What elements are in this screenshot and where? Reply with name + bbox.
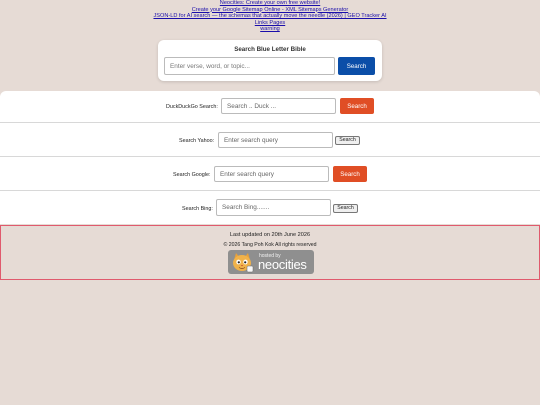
link-links-pages[interactable]: Links Pages: [0, 20, 540, 27]
yahoo-label: Search Yahoo:: [179, 138, 215, 144]
duckduckgo-search-button[interactable]: Search: [340, 98, 374, 114]
bing-label: Search Bing:: [182, 206, 213, 212]
duckduckgo-search-input[interactable]: [221, 98, 336, 114]
blb-search-input[interactable]: [164, 57, 335, 75]
bing-search-input[interactable]: [216, 199, 331, 216]
neocities-cat-icon: [233, 253, 254, 273]
hosted-by-neocities-badge[interactable]: hosted by neocities: [228, 250, 314, 274]
copyright: © 2026 Tang Poh Kok All rights reserved: [223, 242, 317, 248]
footer: Last updated on 20th June 2026 © 2026 Ta…: [0, 225, 540, 280]
link-warning[interactable]: warning: [0, 26, 540, 33]
link-sitemap-generator[interactable]: Create your Google Sitemap Online - XML …: [0, 7, 540, 14]
blb-search-button[interactable]: Search: [338, 57, 375, 75]
bing-search-button[interactable]: Search: [333, 204, 358, 213]
top-links: Neocities: Create your own free website!…: [0, 0, 540, 33]
link-json-ld-article[interactable]: JSON-LD for AI search — the schemas that…: [0, 13, 540, 20]
yahoo-search-input[interactable]: [218, 132, 333, 148]
yahoo-search-button[interactable]: Search: [335, 136, 360, 145]
google-search-input[interactable]: [214, 166, 329, 182]
google-label: Search Google:: [173, 172, 211, 178]
duckduckgo-label: DuckDuckGo Search:: [166, 104, 218, 110]
badge-neocities: neocities: [258, 257, 307, 272]
google-search-button[interactable]: Search: [333, 166, 367, 182]
last-updated: Last updated on 20th June 2026: [229, 232, 311, 238]
link-neocities[interactable]: Neocities: Create your own free website!: [0, 0, 540, 7]
blb-title: Search Blue Letter Bible: [234, 46, 306, 53]
